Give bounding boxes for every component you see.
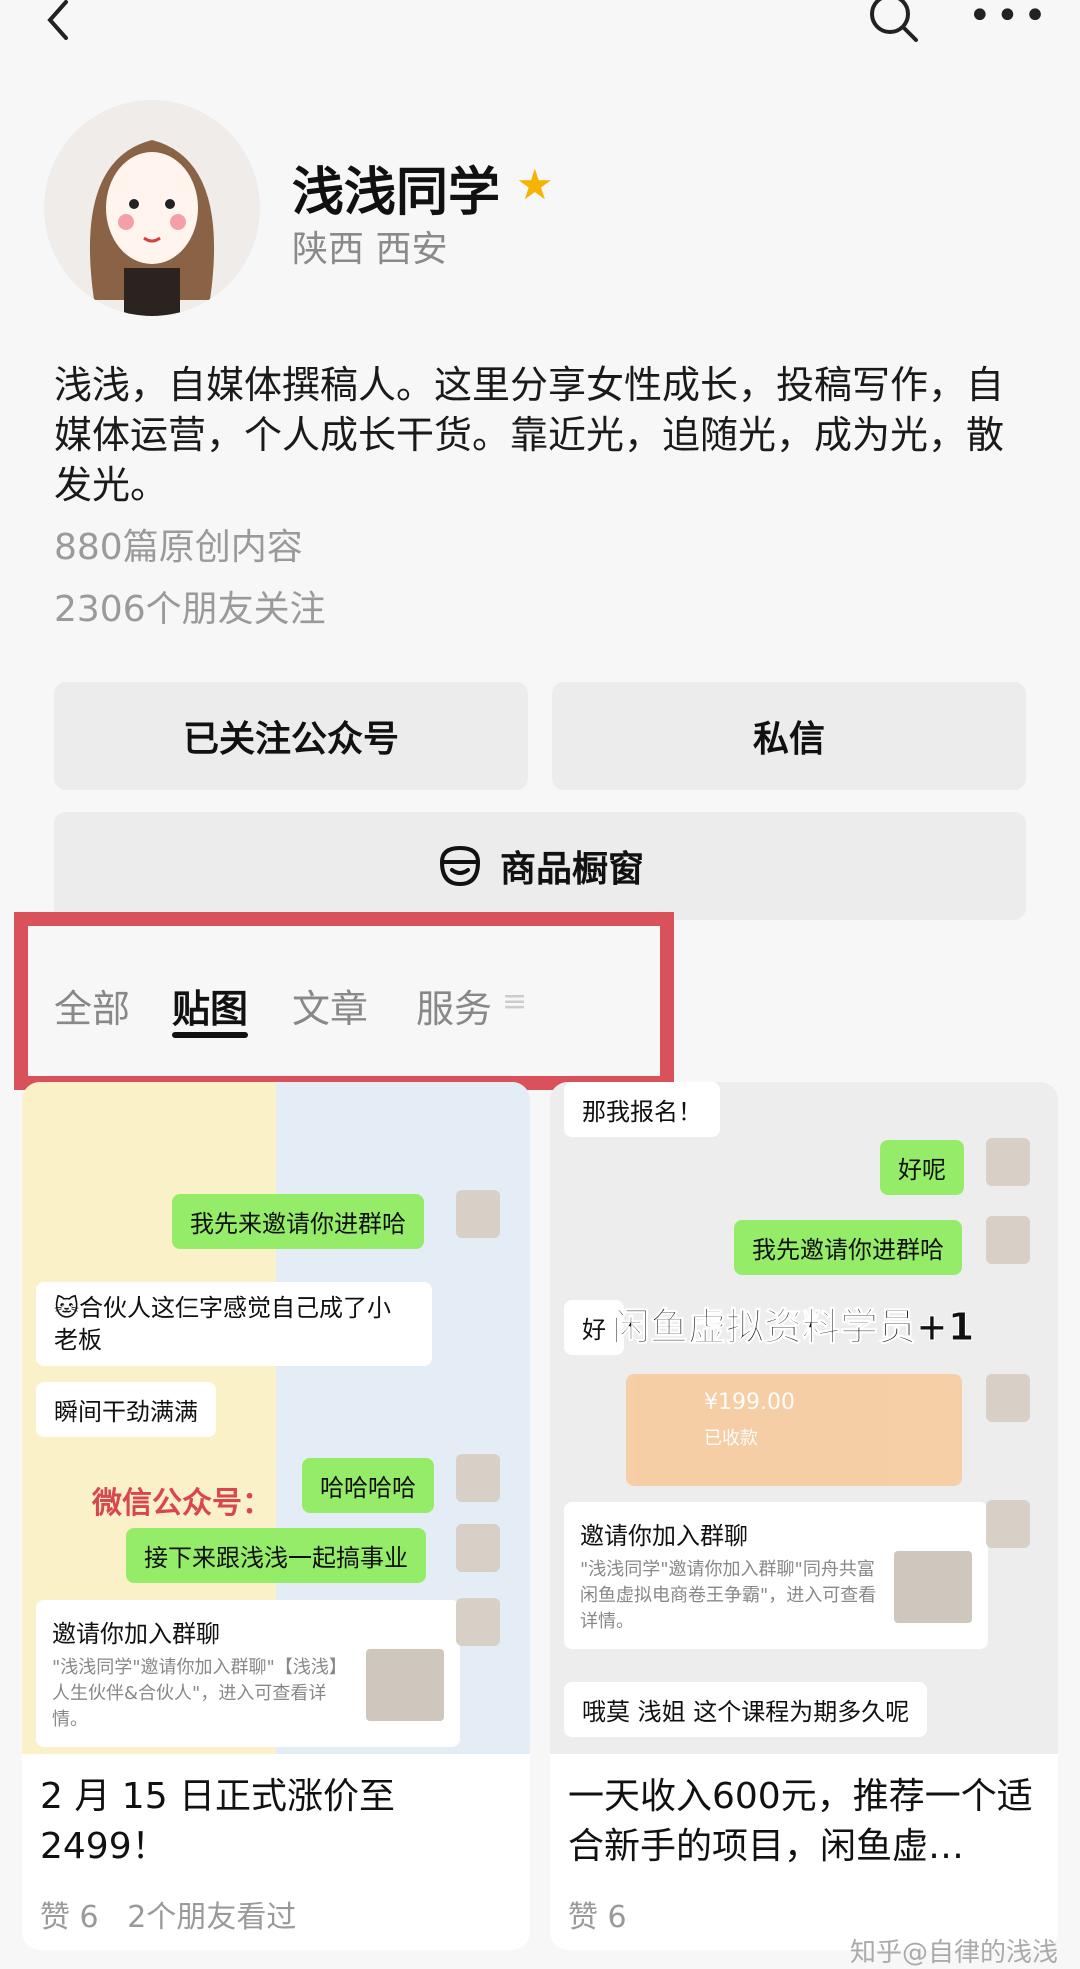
- star-icon: ★: [516, 160, 554, 209]
- payment-card: ¥199.00 已收款: [626, 1374, 962, 1486]
- post-meta: 赞 6 2个朋友看过: [40, 1892, 296, 1936]
- followed-button[interactable]: 已关注公众号: [54, 682, 528, 790]
- chat-avatar: [986, 1374, 1030, 1422]
- post-meta: 赞 6: [568, 1892, 627, 1936]
- chat-avatar: [456, 1524, 500, 1572]
- more-icon[interactable]: •••: [968, 0, 1051, 36]
- chat-bubble: 🐱合伙人这仨字感觉自己成了小老板: [36, 1282, 432, 1366]
- chat-avatar: [456, 1454, 500, 1502]
- group-avatar-grid: [894, 1551, 972, 1623]
- chat-bubble: 接下来跟浅浅一起搞事业: [126, 1528, 426, 1583]
- post-card[interactable]: 那我报名！ 好呢 我先邀请你进群哈 好 闲鱼虚拟资料学员+1 ¥199.00 已…: [550, 1082, 1058, 1950]
- avatar[interactable]: [44, 100, 260, 316]
- invite-title: 邀请你加入群聊: [580, 1522, 748, 1550]
- chat-overlay-text: 闲鱼虚拟资料学员+1: [611, 1305, 975, 1350]
- shop-window-label: 商品橱窗: [499, 849, 644, 890]
- group-invite-card: 邀请你加入群聊 "浅浅同学"邀请你加入群聊"【浅浅】人生伙伴&合伙人"，进入可查…: [36, 1600, 460, 1747]
- tab-all[interactable]: 全部: [54, 978, 130, 1033]
- bio: 浅浅，自媒体撰稿人。这里分享女性成长，投稿写作，自媒体运营，个人成长干货。靠近光…: [54, 363, 1005, 507]
- shop-window-button[interactable]: 商品橱窗: [54, 812, 1026, 920]
- original-count: 880篇原创内容: [54, 527, 303, 568]
- invite-description: "浅浅同学"邀请你加入群聊"同舟共富闲鱼虚拟电商卷王争霸"，进入可查看详情。: [580, 1559, 877, 1632]
- chat-screenshot: 我先来邀请你进群哈 🐱合伙人这仨字感觉自己成了小老板 瞬间干劲满满 哈哈哈哈 微…: [22, 1082, 530, 1754]
- chat-screenshot: 那我报名！ 好呢 我先邀请你进群哈 好 闲鱼虚拟资料学员+1 ¥199.00 已…: [550, 1082, 1058, 1754]
- payment-status: 已收款: [704, 1428, 758, 1449]
- tab-services[interactable]: 服务: [416, 978, 492, 1033]
- invite-description: "浅浅同学"邀请你加入群聊"【浅浅】人生伙伴&合伙人"，进入可查看详情。: [52, 1657, 347, 1730]
- chat-avatar: [986, 1500, 1030, 1548]
- account-name: 浅浅同学: [292, 163, 501, 223]
- watermark: 知乎@自律的浅浅: [850, 1938, 1059, 1968]
- group-invite-card: 邀请你加入群聊 "浅浅同学"邀请你加入群聊"同舟共富闲鱼虚拟电商卷王争霸"，进入…: [564, 1502, 988, 1649]
- search-icon[interactable]: [866, 0, 924, 44]
- post-title: 一天收入600元，推荐一个适合新手的项目，闲鱼虚…: [568, 1776, 1033, 1867]
- payment-amount: ¥199.00: [704, 1390, 795, 1415]
- tab-posts[interactable]: 贴图: [172, 978, 248, 1033]
- post-title: 2 月 15 日正式涨价至 2499！: [40, 1776, 396, 1867]
- back-icon[interactable]: [38, 0, 78, 40]
- chat-avatar: [456, 1598, 500, 1646]
- tab-articles[interactable]: 文章: [292, 978, 368, 1033]
- chat-avatar: [986, 1138, 1030, 1186]
- chat-bubble: 好呢: [880, 1140, 964, 1195]
- chat-overlay-text: 微信公众号：: [92, 1486, 272, 1521]
- like-count: 赞 6: [40, 1900, 99, 1935]
- chat-avatar: [986, 1216, 1030, 1264]
- location: 陕西 西安: [292, 229, 448, 270]
- active-tab-underline: [172, 1032, 248, 1038]
- invite-title: 邀请你加入群聊: [52, 1620, 220, 1648]
- message-button[interactable]: 私信: [552, 682, 1026, 790]
- chat-bubble: 哈哈哈哈: [302, 1458, 434, 1513]
- chat-bubble: 哦莫 浅姐 这个课程为期多久呢: [564, 1682, 928, 1737]
- chat-bubble: 我先邀请你进群哈: [734, 1220, 962, 1275]
- chat-bubble: 我先来邀请你进群哈: [172, 1194, 424, 1249]
- friends-following[interactable]: 2306个朋友关注: [54, 580, 326, 632]
- friends-viewed: 2个朋友看过: [127, 1900, 297, 1935]
- shop-icon: [439, 845, 480, 887]
- group-avatar-grid: [366, 1649, 444, 1721]
- chat-avatar: [456, 1190, 500, 1238]
- chat-bubble: 瞬间干劲满满: [36, 1382, 216, 1437]
- chat-bubble: 那我报名！: [564, 1082, 720, 1137]
- tab-menu-icon[interactable]: ≡: [502, 984, 527, 1019]
- like-count: 赞 6: [568, 1900, 627, 1935]
- post-card[interactable]: 我先来邀请你进群哈 🐱合伙人这仨字感觉自己成了小老板 瞬间干劲满满 哈哈哈哈 微…: [22, 1082, 530, 1950]
